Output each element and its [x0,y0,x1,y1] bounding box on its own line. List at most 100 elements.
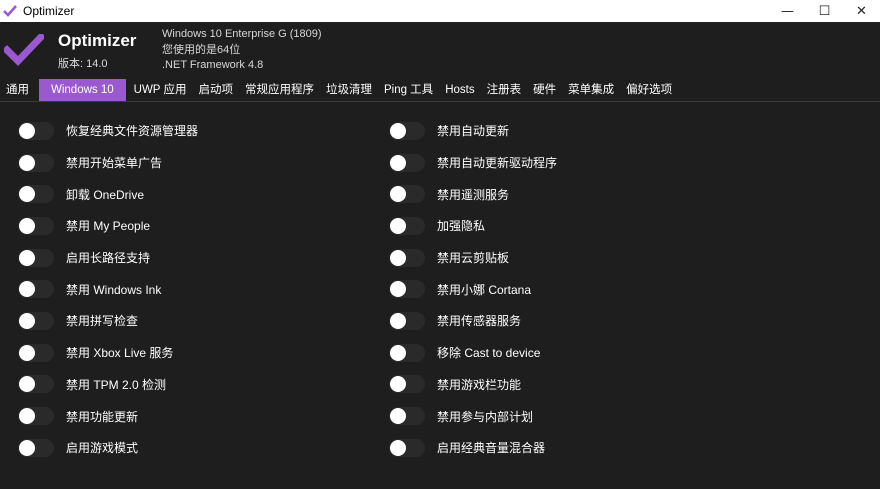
checkmark-icon [3,3,19,19]
toggle-switch[interactable] [389,121,425,140]
option-label: 启用长路径支持 [66,251,151,266]
tab-menu-integration[interactable]: 菜单集成 [562,79,620,101]
toggle-switch[interactable] [389,248,425,267]
tab-windows10[interactable]: Windows 10 [39,79,126,101]
framework-version: .NET Framework 4.8 [162,59,264,71]
toggle-switch[interactable] [18,121,54,140]
option-row: 移除 Cast to device [389,337,557,369]
option-row: 禁用游戏栏功能 [389,369,557,401]
toggle-knob [19,439,35,456]
toggle-switch[interactable] [18,185,54,204]
option-label: 启用经典音量混合器 [437,441,546,456]
option-row: 禁用自动更新驱动程序 [389,147,557,179]
toggle-knob [390,439,406,456]
option-label: 卸载 OneDrive [66,187,145,202]
toggle-switch[interactable] [18,343,54,362]
option-label: 禁用功能更新 [66,409,139,424]
toggle-knob [19,249,35,266]
option-label: 禁用开始菜单广告 [66,156,163,171]
toggle-switch[interactable] [18,438,54,457]
option-row: 禁用功能更新 [18,400,198,432]
close-button[interactable]: ✕ [843,0,880,22]
option-label: 加强隐私 [437,219,486,234]
toggle-switch[interactable] [389,375,425,394]
option-row: 禁用 Xbox Live 服务 [18,337,198,369]
option-label: 禁用自动更新驱动程序 [437,156,558,171]
tab-ping-tool[interactable]: Ping 工具 [378,79,439,101]
toggle-knob [19,344,35,361]
option-label: 恢复经典文件资源管理器 [66,124,199,139]
option-row: 禁用 My People [18,210,198,242]
tab-general[interactable]: 通用 [0,79,35,101]
window-title: Optimizer [23,4,75,18]
option-label: 禁用小娜 Cortana [437,282,532,297]
option-row: 加强隐私 [389,210,557,242]
option-row: 卸载 OneDrive [18,178,198,210]
toggle-switch[interactable] [389,185,425,204]
option-label: 禁用 Windows Ink [66,282,162,297]
toggle-knob [19,122,35,139]
left-options-column: 恢复经典文件资源管理器 禁用开始菜单广告 卸载 OneDrive 禁用 My P… [18,115,198,464]
tab-common-apps[interactable]: 常规应用程序 [239,79,320,101]
tab-preferences[interactable]: 偏好选项 [620,79,678,101]
toggle-switch[interactable] [18,375,54,394]
toggle-switch[interactable] [18,248,54,267]
toggle-switch[interactable] [389,216,425,235]
option-row: 禁用参与内部计划 [389,400,557,432]
toggle-switch[interactable] [389,280,425,299]
toggle-knob [390,122,406,139]
tab-hosts[interactable]: Hosts [439,79,480,101]
option-label: 禁用云剪贴板 [437,251,510,266]
app-name: Optimizer [58,31,137,50]
toggle-knob [390,154,406,171]
architecture-info: 您使用的是64位 [162,43,241,56]
option-row: 禁用拼写检查 [18,305,198,337]
tab-cleaner[interactable]: 垃圾清理 [320,79,378,101]
toggle-knob [19,217,35,234]
checkmark-logo-icon [2,32,46,67]
toggle-switch[interactable] [18,311,54,330]
tab-uwp-apps[interactable]: UWP 应用 [128,79,193,101]
toggle-knob [390,312,406,329]
option-row: 禁用遥测服务 [389,178,557,210]
toggle-switch[interactable] [389,407,425,426]
option-label: 禁用参与内部计划 [437,409,534,424]
toggle-knob [19,408,35,425]
toggle-knob [19,154,35,171]
toggle-knob [390,249,406,266]
option-label: 禁用自动更新 [437,124,510,139]
option-label: 启用游戏模式 [66,441,139,456]
os-version: Windows 10 Enterprise G (1809) [162,28,322,40]
tab-hardware[interactable]: 硬件 [527,79,562,101]
toggle-knob [19,281,35,298]
toggle-knob [19,312,35,329]
option-row: 恢复经典文件资源管理器 [18,115,198,147]
app-version: 版本: 14.0 [58,58,108,70]
maximize-button[interactable]: ☐ [806,0,843,22]
toggle-knob [390,186,406,203]
tab-startup[interactable]: 启动项 [192,79,239,101]
tab-bar: 通用 Windows 10 UWP 应用 启动项 常规应用程序 垃圾清理 Pin… [0,79,880,102]
toggle-switch[interactable] [18,407,54,426]
toggle-switch[interactable] [18,280,54,299]
toggle-switch[interactable] [18,216,54,235]
option-row: 禁用 TPM 2.0 检测 [18,369,198,401]
option-label: 禁用遥测服务 [437,187,510,202]
tab-registry[interactable]: 注册表 [481,79,528,101]
toggle-knob [390,408,406,425]
system-info: Windows 10 Enterprise G (1809) 您使用的是64位 … [162,27,322,74]
window-controls: — ☐ ✕ [769,0,880,22]
toggle-switch[interactable] [389,343,425,362]
right-options-column: 禁用自动更新 禁用自动更新驱动程序 禁用遥测服务 加强隐私 禁用云剪贴板 禁用小… [389,115,557,464]
toggle-switch[interactable] [389,311,425,330]
option-row: 启用长路径支持 [18,242,198,274]
toggle-switch[interactable] [389,438,425,457]
option-label: 禁用游戏栏功能 [437,377,522,392]
option-label: 移除 Cast to device [437,346,541,361]
toggle-switch[interactable] [389,153,425,172]
toggle-switch[interactable] [18,153,54,172]
minimize-button[interactable]: — [769,0,806,22]
option-row: 禁用小娜 Cortana [389,273,557,305]
toggle-knob [390,281,406,298]
toggle-knob [19,376,35,393]
